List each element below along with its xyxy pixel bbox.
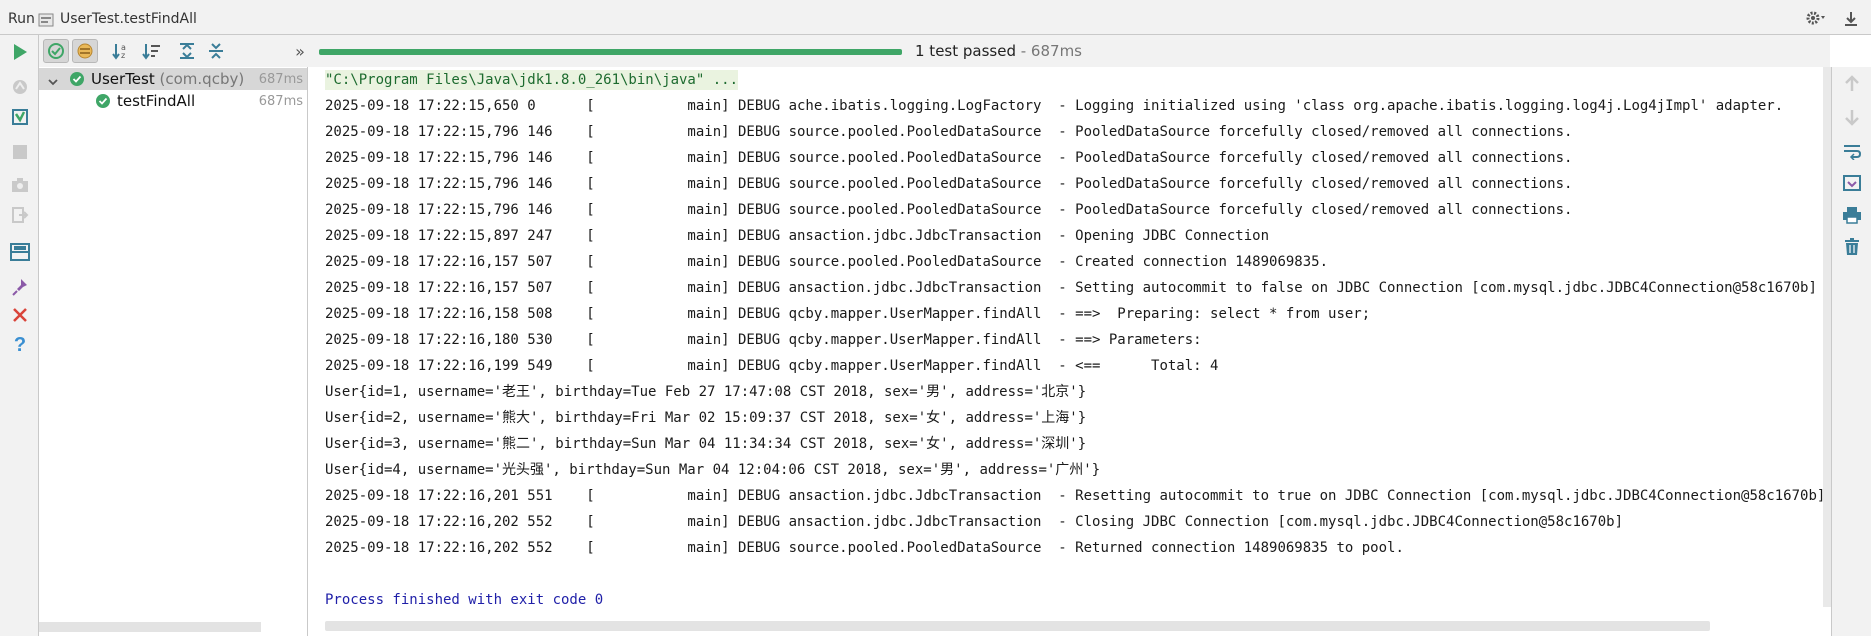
- pin-icon[interactable]: [8, 275, 32, 299]
- stop-icon[interactable]: [8, 140, 32, 164]
- svg-text:z: z: [121, 51, 125, 60]
- console-line: User{id=4, username='光头强', birthday=Sun …: [325, 462, 1101, 478]
- console-line: 2025-09-18 17:22:16,157 507 [ main] DEBU…: [325, 280, 1817, 296]
- tree-item-test-method[interactable]: testFindAll 687ms: [39, 90, 307, 112]
- test-method-duration: 687ms: [258, 94, 303, 109]
- sort-alphabetically-icon[interactable]: az: [109, 39, 135, 63]
- help-icon[interactable]: ?: [8, 333, 32, 357]
- clear-all-icon[interactable]: [1842, 237, 1862, 257]
- console-line: User{id=3, username='熊二', birthday=Sun M…: [325, 436, 1087, 452]
- junit-config-icon: [38, 12, 54, 27]
- show-passed-icon[interactable]: [43, 39, 69, 63]
- sort-by-duration-icon[interactable]: [139, 39, 165, 63]
- exit-icon[interactable]: [8, 203, 32, 227]
- more-actions-button[interactable]: »: [287, 39, 313, 63]
- show-ignored-icon[interactable]: [72, 39, 98, 63]
- console-line: 2025-09-18 17:22:15,796 146 [ main] DEBU…: [325, 150, 1573, 166]
- layout-icon[interactable]: [8, 240, 32, 264]
- collapse-all-icon[interactable]: [203, 39, 229, 63]
- test-method-name: testFindAll: [117, 92, 196, 110]
- test-passed-icon: [69, 71, 85, 87]
- console-line: 2025-09-18 17:22:16,201 551 [ main] DEBU…: [325, 488, 1826, 504]
- test-runner-toolbar: az » 1 test passed - 687ms: [39, 35, 1830, 67]
- arrow-up-icon[interactable]: [1842, 74, 1862, 94]
- console-output[interactable]: "C:\Program Files\Java\jdk1.8.0_261\bin\…: [308, 67, 1831, 627]
- camera-icon[interactable]: [8, 173, 32, 197]
- test-class-name: UserTest (com.qcby): [91, 70, 244, 88]
- run-window-label: Run: [8, 11, 35, 27]
- left-action-toolbar: ?: [0, 35, 39, 636]
- hide-panel-icon[interactable]: [1842, 10, 1860, 28]
- console-vertical-scrollbar[interactable]: [1823, 67, 1831, 607]
- console-line: 2025-09-18 17:22:15,796 146 [ main] DEBU…: [325, 124, 1573, 140]
- console-line: 2025-09-18 17:22:16,202 552 [ main] DEBU…: [325, 514, 1624, 530]
- console-line: 2025-09-18 17:22:15,796 146 [ main] DEBU…: [325, 202, 1573, 218]
- soft-wrap-icon[interactable]: [1842, 141, 1862, 161]
- rerun-icon[interactable]: [8, 40, 32, 64]
- print-icon[interactable]: [1842, 205, 1862, 225]
- test-class-label: UserTest: [91, 70, 155, 88]
- test-tree: UserTest (com.qcby) 687ms testFindAll 68…: [39, 67, 308, 636]
- console-line: 2025-09-18 17:22:16,202 552 [ main] DEBU…: [325, 540, 1404, 556]
- gear-icon[interactable]: [1805, 10, 1829, 26]
- test-passed-icon: [95, 93, 111, 109]
- rerun-failed-icon[interactable]: [8, 75, 32, 99]
- console-line: User{id=2, username='熊大', birthday=Fri M…: [325, 410, 1087, 426]
- console-line: 2025-09-18 17:22:16,157 507 [ main] DEBU…: [325, 254, 1329, 270]
- test-status-duration: - 687ms: [1015, 42, 1082, 60]
- test-status-summary: 1 test passed - 687ms: [915, 42, 1082, 60]
- test-status-text: 1 test passed: [915, 42, 1016, 60]
- console-line: 2025-09-18 17:22:15,897 247 [ main] DEBU…: [325, 228, 1270, 244]
- test-class-package: (com.qcby): [159, 70, 245, 88]
- console-line: 2025-09-18 17:22:15,650 0 [ main] DEBUG …: [325, 98, 1784, 114]
- arrow-down-icon[interactable]: [1842, 107, 1862, 127]
- console-line: 2025-09-18 17:22:16,158 508 [ main] DEBU…: [325, 306, 1371, 322]
- process-finished-line: Process finished with exit code 0: [325, 592, 604, 608]
- console-line: User{id=1, username='老王', birthday=Tue F…: [325, 384, 1087, 400]
- close-icon[interactable]: [8, 303, 32, 327]
- tree-horizontal-scrollbar[interactable]: [39, 622, 261, 632]
- console-line: 2025-09-18 17:22:16,180 530 [ main] DEBU…: [325, 332, 1211, 348]
- console-horizontal-scrollbar[interactable]: [325, 621, 1710, 631]
- console-command-line: "C:\Program Files\Java\jdk1.8.0_261\bin\…: [325, 70, 739, 90]
- console-side-toolbar: [1831, 67, 1871, 636]
- scroll-to-end-icon[interactable]: [1842, 173, 1862, 193]
- chevron-down-icon[interactable]: [47, 73, 59, 86]
- run-config-tab[interactable]: UserTest.testFindAll: [60, 11, 197, 27]
- run-tool-window-header: Run UserTest.testFindAll: [0, 0, 1871, 35]
- test-progress-bar: [319, 49, 902, 55]
- tree-item-test-class[interactable]: UserTest (com.qcby) 687ms: [39, 68, 307, 90]
- expand-all-icon[interactable]: [174, 39, 200, 63]
- console-line: 2025-09-18 17:22:16,199 549 [ main] DEBU…: [325, 358, 1219, 374]
- test-class-duration: 687ms: [258, 72, 303, 87]
- toggle-auto-test-icon[interactable]: [8, 105, 32, 129]
- console-line: 2025-09-18 17:22:15,796 146 [ main] DEBU…: [325, 176, 1573, 192]
